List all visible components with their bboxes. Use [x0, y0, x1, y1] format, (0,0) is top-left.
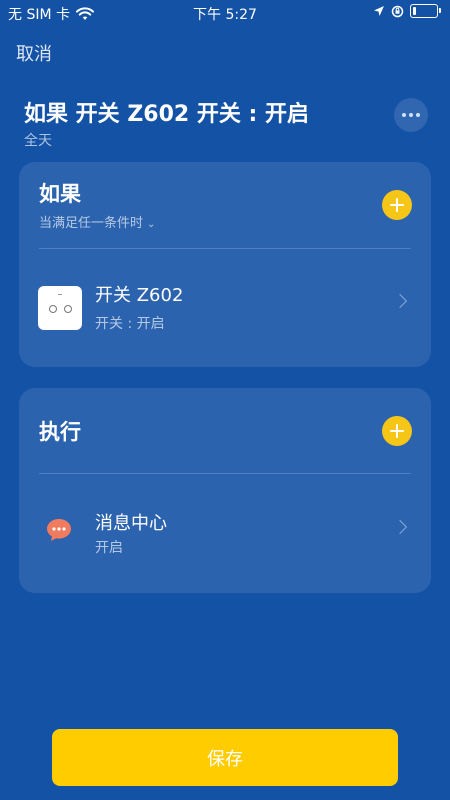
add-action-button[interactable] — [382, 416, 412, 446]
chevron-right-icon — [392, 519, 408, 535]
condition-item-title: 开关 Z602 — [95, 285, 184, 306]
switch-device-icon — [38, 286, 82, 330]
add-condition-button[interactable] — [382, 190, 412, 220]
message-center-icon — [47, 519, 71, 541]
condition-card: 如果 当满足任一条件时 ⌄ 开关 Z602 开关 : 开启 — [19, 162, 431, 367]
action-item-subtitle: 开启 — [95, 540, 123, 556]
divider — [39, 248, 411, 249]
action-card: 执行 消息中心 开启 — [19, 388, 431, 593]
location-arrow-icon — [374, 6, 384, 16]
condition-mode-label: 当满足任一条件时 — [39, 216, 144, 231]
page-title: 如果 开关 Z602 开关 : 开启 — [24, 102, 309, 127]
action-heading: 执行 — [39, 420, 81, 444]
status-right — [373, 4, 441, 18]
rotation-lock-icon — [391, 5, 404, 17]
save-button[interactable]: 保存 — [52, 729, 398, 786]
status-bar: 无 SIM 卡 下午 5:27 — [0, 0, 450, 24]
chevron-down-icon: ⌄ — [147, 219, 156, 230]
battery-level — [413, 7, 416, 15]
chevron-right-icon — [392, 293, 408, 309]
condition-mode-selector[interactable]: 当满足任一条件时 ⌄ — [39, 212, 155, 231]
divider — [39, 473, 411, 474]
condition-heading: 如果 — [39, 182, 81, 206]
more-dots-icon — [402, 113, 420, 117]
more-options-button[interactable] — [394, 98, 428, 132]
action-item-title: 消息中心 — [95, 513, 167, 534]
cancel-button[interactable]: 取消 — [16, 40, 52, 66]
condition-item-subtitle: 开关 : 开启 — [95, 316, 165, 332]
schedule-subtitle[interactable]: 全天 — [24, 130, 52, 150]
battery-icon — [410, 4, 441, 18]
